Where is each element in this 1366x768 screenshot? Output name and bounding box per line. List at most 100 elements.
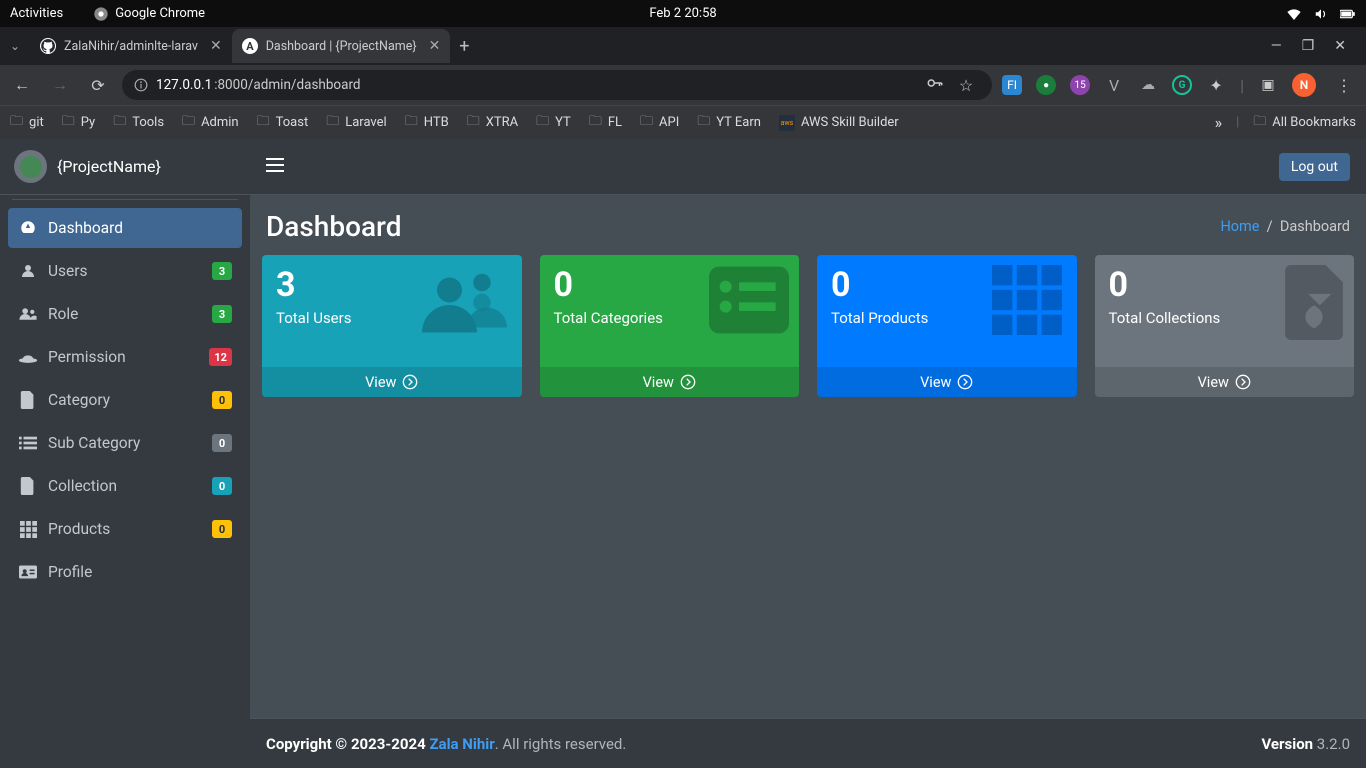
sidebar-item-label: Products (48, 520, 202, 538)
close-icon[interactable]: ✕ (429, 38, 441, 54)
tab-dashboard[interactable]: A Dashboard | {ProjectName} ✕ (232, 29, 451, 63)
arrow-circle-right-icon (1235, 374, 1251, 390)
password-key-icon[interactable] (926, 74, 944, 96)
card-view-link[interactable]: View (1095, 367, 1355, 397)
forward-button[interactable]: → (46, 71, 74, 99)
grammarly-icon[interactable]: G (1172, 75, 1192, 95)
bookmark-git[interactable]: 🗀git (10, 112, 44, 134)
card-categories: 0 Total Categories View (540, 255, 800, 397)
window-controls: — ❐ ✕ (1271, 38, 1358, 54)
close-icon[interactable]: ✕ (210, 38, 222, 54)
bookmark-aws[interactable]: awsAWS Skill Builder (779, 115, 899, 131)
bookmark-fl[interactable]: 🗀FL (589, 112, 622, 134)
extension-icon[interactable]: FI (1002, 75, 1022, 95)
sidebar-item-label: Users (48, 262, 202, 280)
profile-avatar[interactable]: N (1292, 73, 1316, 97)
badge: 3 (212, 305, 232, 323)
system-tray[interactable] (1286, 7, 1356, 21)
maximize-button[interactable]: ❐ (1302, 38, 1315, 54)
bookmarks-overflow[interactable]: » (1215, 113, 1223, 132)
sidebar-item-dashboard[interactable]: Dashboard (8, 208, 242, 248)
card-collections: 0 Total Collections View (1095, 255, 1355, 397)
chrome-menu-button[interactable]: ⋮ (1330, 71, 1358, 99)
info-icon (134, 78, 148, 92)
close-window-button[interactable]: ✕ (1334, 38, 1346, 54)
bookmark-xtra[interactable]: 🗀XTRA (467, 112, 518, 134)
extension-icon[interactable]: V (1104, 75, 1124, 95)
current-app[interactable]: Google Chrome (93, 6, 205, 22)
sidebar-item-subcategory[interactable]: Sub Category 0 (8, 423, 242, 463)
arrow-circle-right-icon (680, 374, 696, 390)
logout-button[interactable]: Log out (1279, 153, 1350, 181)
bookmark-htb[interactable]: 🗀 HTB (405, 112, 449, 134)
tab-search-chevron[interactable]: ⌄ (0, 31, 30, 61)
back-button[interactable]: ← (8, 71, 36, 99)
activities-label[interactable]: Activities (10, 6, 63, 21)
sidebar-item-permission[interactable]: Permission 12 (8, 337, 242, 377)
extensions-puzzle-icon[interactable]: ✦ (1206, 75, 1226, 95)
folder-icon: 🗀 (257, 112, 270, 134)
tab-github[interactable]: ZalaNihir/adminlte-larav ✕ (30, 29, 232, 63)
footer-author-link[interactable]: Zala Nihir (429, 735, 494, 753)
address-bar[interactable]: 127.0.0.1:8000/admin/dashboard ☆ (122, 70, 992, 100)
extension-icon[interactable]: ☁ (1138, 75, 1158, 95)
battery-icon (1340, 8, 1356, 20)
all-bookmarks[interactable]: 🗀All Bookmarks (1253, 112, 1356, 134)
extension-badge-icon[interactable]: 15 (1070, 75, 1090, 95)
bookmarks-bar: 🗀git 🗀Py 🗀Tools 🗀Admin 🗀Toast 🗀Laravel 🗀… (0, 105, 1366, 139)
view-label: View (365, 374, 396, 391)
folder-icon: 🗀 (10, 112, 23, 134)
sidebar-item-profile[interactable]: Profile (8, 552, 242, 592)
list-icon (18, 436, 38, 450)
grid-icon (18, 521, 38, 538)
bookmark-tools[interactable]: 🗀Tools (113, 112, 164, 134)
bookmark-label: Laravel (345, 115, 386, 130)
folder-icon: 🗀 (640, 112, 653, 134)
folder-icon: 🗀 (405, 112, 418, 134)
volume-icon (1314, 7, 1328, 21)
bookmark-ytearn[interactable]: 🗀YT Earn (697, 112, 761, 134)
sidebar-item-collection[interactable]: Collection 0 (8, 466, 242, 506)
tab-github-title: ZalaNihir/adminlte-larav (64, 39, 198, 54)
view-label: View (920, 374, 951, 391)
breadcrumb-home[interactable]: Home (1220, 218, 1259, 235)
divider (12, 199, 238, 200)
card-view-link[interactable]: View (817, 367, 1077, 397)
tachometer-icon (18, 219, 38, 237)
sidebar-item-category[interactable]: Category 0 (8, 380, 242, 420)
bookmark-toast[interactable]: 🗀Toast (257, 112, 309, 134)
card-view-link[interactable]: View (540, 367, 800, 397)
bookmark-yt[interactable]: 🗀YT (536, 112, 571, 134)
folder-icon: 🗀 (589, 112, 602, 134)
grid-icon (987, 265, 1067, 339)
sidebar-toggle-button[interactable] (266, 157, 284, 177)
card-view-link[interactable]: View (262, 367, 522, 397)
brand-logo (14, 150, 47, 183)
side-panel-icon[interactable]: ▣ (1258, 75, 1278, 95)
top-navbar: Log out (250, 139, 1366, 195)
bookmark-api[interactable]: 🗀API (640, 112, 679, 134)
badge: 0 (212, 520, 232, 538)
url-rest: :8000/admin/dashboard (214, 77, 360, 93)
bookmark-py[interactable]: 🗀Py (62, 112, 95, 134)
sidebar-item-label: Collection (48, 477, 202, 495)
extension-icon[interactable]: ● (1036, 75, 1056, 95)
bookmark-star-icon[interactable]: ☆ (952, 71, 980, 99)
minimize-button[interactable]: — (1271, 38, 1282, 54)
folder-icon: 🗀 (182, 112, 195, 134)
bookmark-label: Tools (132, 115, 164, 130)
id-card-icon (18, 565, 38, 579)
hat-icon (18, 350, 38, 364)
folder-icon: 🗀 (467, 112, 480, 134)
sidebar-item-products[interactable]: Products 0 (8, 509, 242, 549)
bookmark-label: HTB (424, 115, 449, 130)
sidebar-item-role[interactable]: Role 3 (8, 294, 242, 334)
wifi-icon (1286, 8, 1302, 20)
bookmark-laravel[interactable]: 🗀Laravel (326, 112, 387, 134)
new-tab-button[interactable]: + (450, 32, 478, 60)
browser-tab-strip: ⌄ ZalaNihir/adminlte-larav ✕ A Dashboard… (0, 27, 1366, 65)
brand[interactable]: {ProjectName} (0, 139, 250, 195)
sidebar-item-users[interactable]: Users 3 (8, 251, 242, 291)
reload-button[interactable]: ⟳ (84, 71, 112, 99)
bookmark-admin[interactable]: 🗀Admin (182, 112, 239, 134)
